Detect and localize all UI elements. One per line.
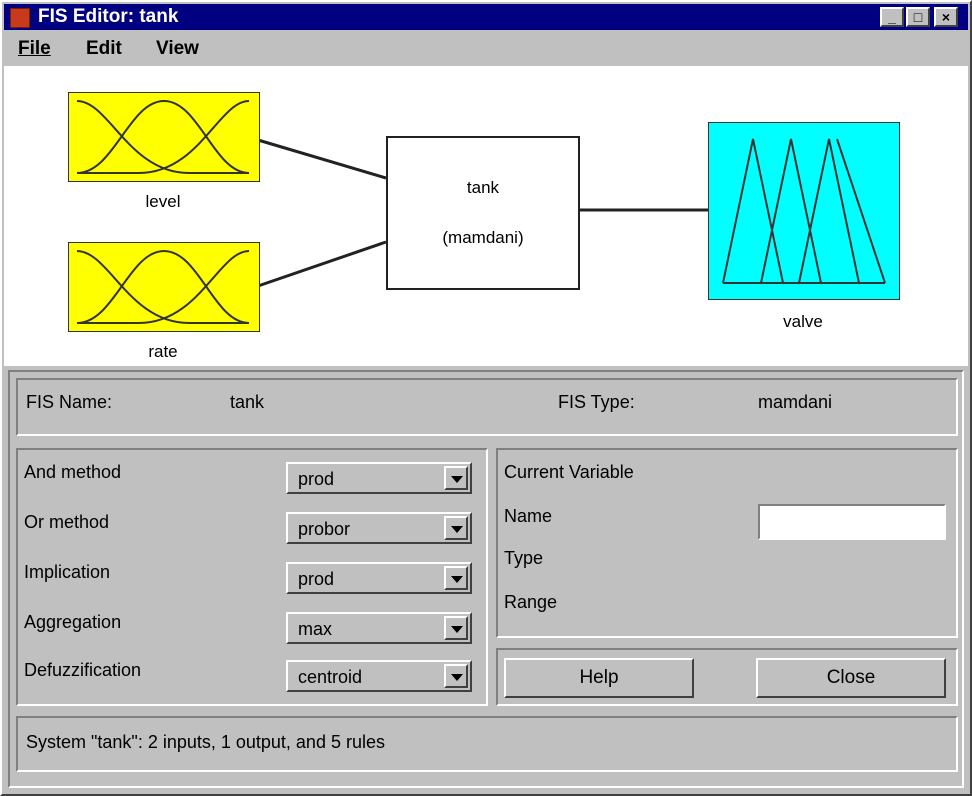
variable-name-label: Name xyxy=(504,506,553,526)
defuzzification-value: centroid xyxy=(298,667,363,687)
valve-membership-icon xyxy=(722,138,886,284)
matlab-icon xyxy=(10,8,30,28)
current-variable-header: Current Variable xyxy=(504,462,634,482)
fis-diagram: level rate tank (mamdani) valve xyxy=(4,66,968,366)
aggregation-value: max xyxy=(298,619,333,639)
implication-value: prod xyxy=(298,569,335,589)
input-rate-box[interactable] xyxy=(68,242,260,332)
dropdown-arrow-icon[interactable] xyxy=(444,664,468,688)
title-bar[interactable]: FIS Editor: tank _ □ × xyxy=(4,4,968,30)
variable-type-label: Type xyxy=(504,548,544,568)
menu-edit[interactable]: Edit xyxy=(86,38,122,60)
fis-name-label: FIS Name: xyxy=(26,392,113,412)
input-level-label: level xyxy=(145,192,181,211)
system-type: (mamdani) xyxy=(442,228,524,247)
level-membership-icon xyxy=(76,99,250,174)
methods-panel: And method prod Or method probor Implica… xyxy=(16,448,488,706)
output-valve-box[interactable] xyxy=(708,122,900,300)
minimize-button[interactable]: _ xyxy=(880,7,904,27)
system-name: tank xyxy=(466,178,500,197)
fis-editor-window: FIS Editor: tank _ □ × File Edit View le… xyxy=(0,0,972,796)
buttons-panel: Help Close xyxy=(496,648,958,706)
window-title: FIS Editor: tank xyxy=(38,6,179,27)
menu-file-label: File xyxy=(18,38,51,59)
rate-connector xyxy=(257,240,387,288)
menu-view[interactable]: View xyxy=(156,38,199,60)
variable-range-label: Range xyxy=(504,592,558,612)
fis-name-value[interactable]: tank xyxy=(230,392,264,413)
close-button[interactable]: Close xyxy=(756,658,946,698)
and-method-label: And method xyxy=(24,462,122,482)
dropdown-arrow-icon[interactable] xyxy=(444,466,468,490)
input-rate-label: rate xyxy=(148,342,178,361)
dropdown-arrow-icon[interactable] xyxy=(444,516,468,540)
level-connector xyxy=(257,138,387,180)
status-text: System "tank": 2 inputs, 1 output, and 5… xyxy=(26,732,385,752)
status-panel: System "tank": 2 inputs, 1 output, and 5… xyxy=(16,716,958,772)
close-window-button[interactable]: × xyxy=(934,7,958,27)
menu-edit-label: Edit xyxy=(86,38,122,59)
rate-membership-icon xyxy=(76,249,250,324)
and-method-select[interactable]: prod xyxy=(286,462,472,494)
implication-select[interactable]: prod xyxy=(286,562,472,594)
defuzzification-label: Defuzzification xyxy=(24,660,142,680)
or-method-select[interactable]: probor xyxy=(286,512,472,544)
fis-info-panel: FIS Name: tank FIS Type: mamdani xyxy=(16,378,958,436)
menu-bar: File Edit View xyxy=(4,32,968,64)
fis-type-value: mamdani xyxy=(758,392,833,412)
variable-name-field[interactable] xyxy=(758,504,946,540)
help-button[interactable]: Help xyxy=(504,658,694,698)
aggregation-select[interactable]: max xyxy=(286,612,472,644)
menu-view-label: View xyxy=(156,38,199,59)
dropdown-arrow-icon[interactable] xyxy=(444,566,468,590)
menu-file[interactable]: File xyxy=(18,38,51,60)
aggregation-label: Aggregation xyxy=(24,612,122,632)
fis-type-label: FIS Type: xyxy=(558,392,635,412)
input-level-box[interactable] xyxy=(68,92,260,182)
or-method-value: probor xyxy=(298,519,351,539)
maximize-button[interactable]: □ xyxy=(906,7,930,27)
and-method-value: prod xyxy=(298,469,335,489)
output-valve-label: valve xyxy=(783,312,823,331)
current-variable-panel: Current Variable Name Type Range xyxy=(496,448,958,638)
dropdown-arrow-icon[interactable] xyxy=(444,616,468,640)
system-box[interactable]: tank (mamdani) xyxy=(386,136,580,290)
implication-label: Implication xyxy=(24,562,111,582)
defuzzification-select[interactable]: centroid xyxy=(286,660,472,692)
or-method-label: Or method xyxy=(24,512,110,532)
